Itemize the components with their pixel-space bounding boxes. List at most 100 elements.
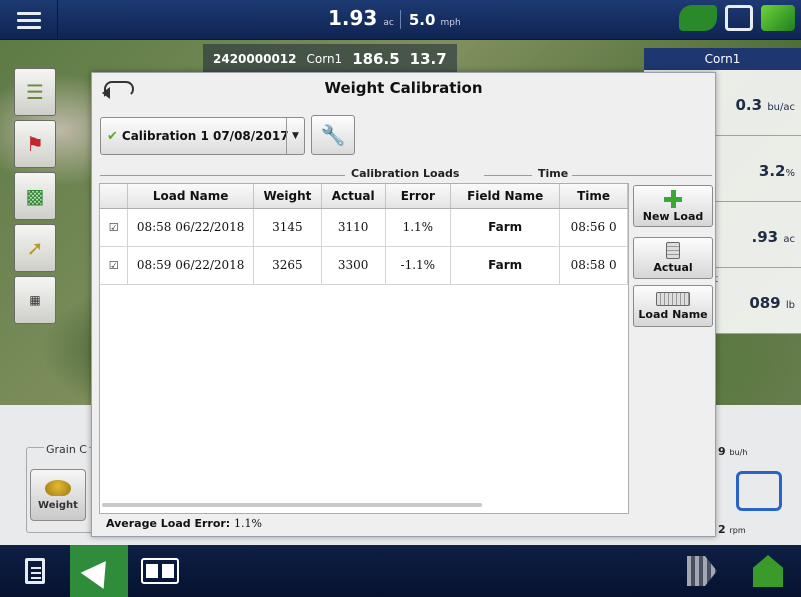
section-calibration-loads: Calibration Loads <box>351 167 460 180</box>
cell-load-name: 08:58 06/22/2018 <box>127 208 255 247</box>
document-icon <box>25 558 45 584</box>
calibration-loads-table[interactable]: Load Name Weight Actual Error Field Name… <box>99 183 629 514</box>
strip-value-2: 13.7 <box>409 50 447 68</box>
rpm-unit: rpm <box>729 526 746 535</box>
load-name-label: Load Name <box>638 307 708 321</box>
guidance-lines-icon <box>687 556 717 586</box>
check-icon: ✔ <box>107 128 118 144</box>
rp-value: 3.2 <box>758 162 786 180</box>
rp-unit: lb <box>785 300 795 311</box>
column-header-select <box>100 184 129 209</box>
avg-label: Average Load Error: <box>106 517 231 530</box>
column-header[interactable]: Load Name <box>127 184 255 209</box>
vehicle-id[interactable]: 2420000012 <box>213 52 297 66</box>
rp-unit: bu/ac <box>767 102 795 113</box>
flag-tool[interactable]: ⚑ <box>14 120 56 168</box>
row-checkbox[interactable]: ☑ <box>100 208 129 247</box>
dropdown-arrow-icon: ▼ <box>286 118 304 154</box>
avg-value: 1.1% <box>234 517 262 530</box>
column-header[interactable]: Actual <box>321 184 386 209</box>
vehicle-strip: 2420000012 Corn1 186.5 13.7 <box>203 44 457 74</box>
crop-header: Corn1 <box>644 48 801 70</box>
new-load-button[interactable]: New Load <box>633 185 713 227</box>
top-status-bar: 1.93 ac 5.0 mph <box>0 0 801 40</box>
calibration-select-value: Calibration 1 07/08/2017 <box>121 129 289 143</box>
dialog-title: Weight Calibration <box>324 79 483 97</box>
area-unit: ac <box>383 18 394 28</box>
cell-time: 08:56 0 <box>559 208 628 247</box>
column-header[interactable]: Time <box>559 184 628 209</box>
display-icon[interactable] <box>725 5 753 31</box>
cell-error: 1.1% <box>385 208 452 247</box>
column-header[interactable]: Error <box>385 184 452 209</box>
menu-icon[interactable] <box>0 0 58 40</box>
section-divider <box>572 175 712 176</box>
cell-actual: 3300 <box>321 246 386 285</box>
table-row[interactable]: ☑ 08:59 06/22/2018 3265 3300 -1.1% Farm … <box>100 246 628 285</box>
area-speed-readout: 1.93 ac 5.0 mph <box>328 6 461 30</box>
speed-unit: mph <box>440 18 461 28</box>
counter-icon: ▦ <box>29 293 41 307</box>
weight-button-label: Weight <box>38 499 78 511</box>
speed-readout: 5.0 mph <box>399 10 461 29</box>
new-load-label: New Load <box>642 209 704 223</box>
cell-weight: 3145 <box>253 208 322 247</box>
rpm-block: 9 bu/h 2 rpm <box>716 443 796 539</box>
settings-wrench-button[interactable]: 🔧 <box>311 115 355 155</box>
area-value: 1.93 <box>328 6 378 30</box>
speed-value: 5.0 <box>408 11 436 29</box>
harvest-bin-button[interactable] <box>740 545 796 597</box>
header-gear-icon <box>736 471 782 511</box>
guidance-tool[interactable]: ➚ <box>14 224 56 272</box>
calibration-select[interactable]: ✔ Calibration 1 07/08/2017 ▼ <box>100 117 305 155</box>
guidance-icon: ➚ <box>26 236 44 260</box>
guidance-button[interactable] <box>674 545 730 597</box>
table-header-row: Load Name Weight Actual Error Field Name… <box>100 184 628 209</box>
strip-value-1: 186.5 <box>352 50 400 68</box>
column-header[interactable]: Weight <box>253 184 322 209</box>
section-time: Time <box>538 167 569 180</box>
grain-label: Grain C <box>44 443 89 456</box>
document-button[interactable] <box>0 545 70 597</box>
chart-tool[interactable]: ▩ <box>14 172 56 220</box>
column-header[interactable]: Field Name <box>450 184 561 209</box>
horizontal-scrollbar[interactable] <box>102 503 482 507</box>
weight-button[interactable]: Weight <box>30 469 86 521</box>
cell-field-name: Farm <box>450 246 561 285</box>
cell-load-name: 08:59 06/22/2018 <box>127 246 255 285</box>
cell-weight: 3265 <box>253 246 322 285</box>
rp-value: .93 <box>751 228 779 246</box>
rp-value: 089 <box>749 294 781 312</box>
flow-value: 9 <box>718 445 726 458</box>
actual-button[interactable]: Actual <box>633 237 713 279</box>
table-row[interactable]: ☑ 08:58 06/22/2018 3145 3110 1.1% Farm 0… <box>100 208 628 247</box>
crop-selector[interactable]: Corn1 <box>307 52 343 66</box>
row-checkbox[interactable]: ☑ <box>100 246 129 285</box>
layers-icon: ☰ <box>26 80 44 104</box>
status-icons <box>679 5 795 31</box>
left-toolbar: ☰ ⚑ ▩ ➚ ▦ <box>14 68 56 324</box>
average-load-error: Average Load Error: 1.1% <box>106 517 262 530</box>
signal-icon[interactable] <box>761 5 795 31</box>
counter-tool[interactable]: ▦ <box>14 276 56 324</box>
rp-unit: ac <box>783 234 795 245</box>
bottom-bar <box>0 545 801 597</box>
layers-tool[interactable]: ☰ <box>14 68 56 116</box>
rp-unit: % <box>785 168 795 179</box>
split-screen-button[interactable] <box>128 545 192 597</box>
cell-field-name: Farm <box>450 208 561 247</box>
rp-value: 0.3 <box>735 96 763 114</box>
section-divider <box>484 175 532 176</box>
bin-icon <box>753 555 783 587</box>
plus-icon <box>664 189 682 208</box>
cell-actual: 3110 <box>321 208 386 247</box>
navigation-arrow-icon <box>80 553 118 589</box>
load-name-button[interactable]: Load Name <box>633 285 713 327</box>
split-screen-icon <box>141 558 179 584</box>
cell-time: 08:58 0 <box>559 246 628 285</box>
gps-icon[interactable] <box>679 5 717 31</box>
chart-icon: ▩ <box>25 184 45 208</box>
navigation-button[interactable] <box>70 545 128 597</box>
rpm-value: 2 <box>718 523 726 536</box>
flow-unit: bu/h <box>729 448 748 457</box>
